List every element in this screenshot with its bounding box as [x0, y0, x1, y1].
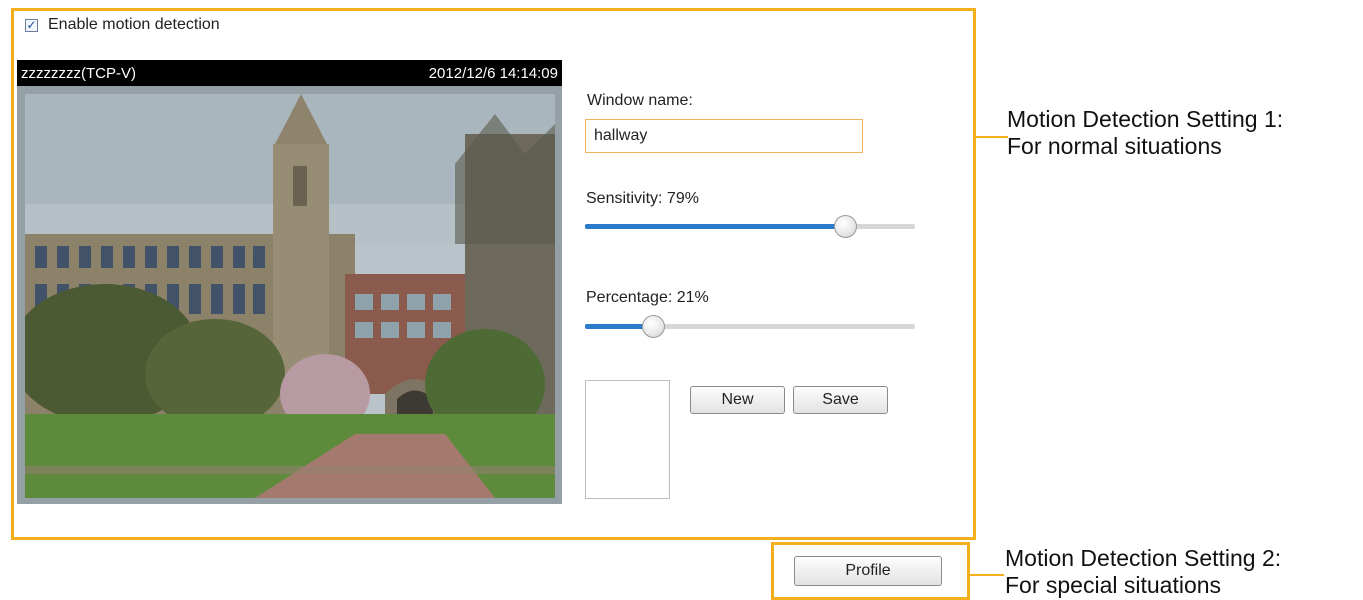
enable-motion-detection-checkbox[interactable]: ✓ — [25, 18, 38, 32]
save-button[interactable]: Save — [793, 386, 888, 414]
video-timestamp: 2012/12/6 14:14:09 — [428, 65, 558, 82]
sensitivity-slider-fill — [585, 224, 846, 229]
enable-motion-detection-row[interactable]: ✓ Enable motion detection — [25, 14, 220, 36]
percentage-slider[interactable] — [585, 315, 915, 339]
video-preview[interactable]: zzzzzzzz(TCP-V) 2012/12/6 14:14:09 — [17, 60, 562, 504]
setting1-callout-subtitle: For normal situations — [1007, 133, 1222, 159]
sensitivity-slider[interactable] — [585, 215, 915, 239]
percentage-slider-thumb[interactable] — [642, 315, 665, 338]
stream-name: zzzzzzzz(TCP-V) — [21, 65, 136, 82]
window-name-input[interactable] — [585, 119, 863, 153]
enable-motion-detection-label: Enable motion detection — [48, 16, 220, 33]
sensitivity-label: Sensitivity: 79% — [586, 190, 699, 207]
setting2-callout-subtitle: For special situations — [1005, 572, 1222, 598]
setting1-callout-title: Motion Detection Setting 1: — [1007, 106, 1284, 132]
camera-image[interactable] — [25, 94, 555, 498]
sensitivity-slider-thumb[interactable] — [834, 215, 857, 238]
profile-button[interactable]: Profile — [794, 556, 942, 586]
setting2-callout-line — [970, 574, 1004, 576]
check-icon: ✓ — [26, 18, 37, 32]
setting2-callout-title: Motion Detection Setting 2: — [1005, 545, 1282, 571]
video-header-bar: zzzzzzzz(TCP-V) 2012/12/6 14:14:09 — [17, 60, 562, 86]
window-name-label: Window name: — [587, 92, 693, 109]
setting1-callout-line — [976, 136, 1008, 138]
new-window-button[interactable]: New — [690, 386, 785, 414]
camera-scene — [25, 94, 555, 498]
setting2-callout: Motion Detection Setting 2: For special … — [1005, 545, 1281, 599]
setting1-callout: Motion Detection Setting 1: For normal s… — [1007, 106, 1283, 160]
percentage-label: Percentage: 21% — [586, 289, 709, 306]
window-list-box[interactable] — [585, 380, 670, 499]
